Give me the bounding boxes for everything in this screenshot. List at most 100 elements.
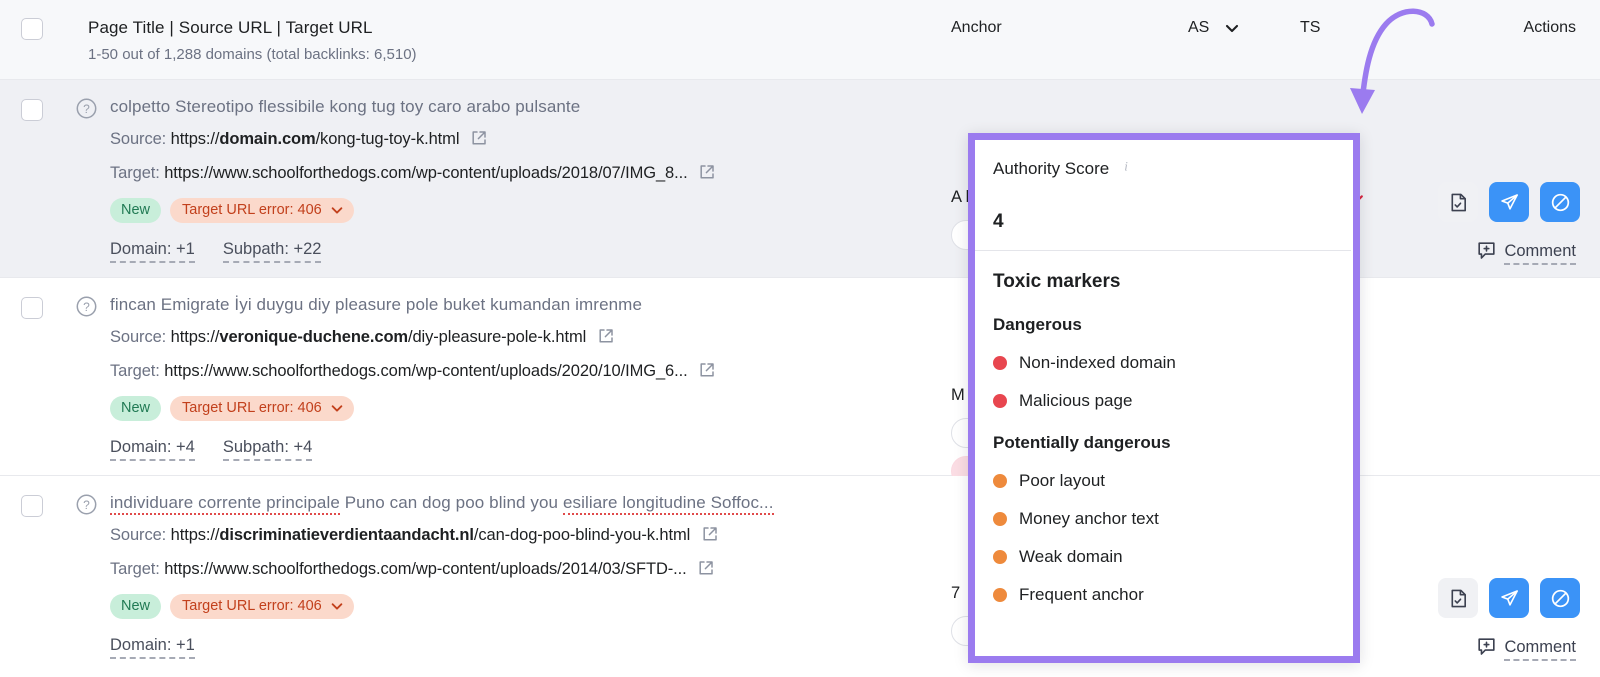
svg-text:i: i — [1124, 159, 1128, 174]
popup-marker-item: Poor layout — [993, 471, 1333, 491]
table-row[interactable]: ? individuare corrente principale Puno c… — [0, 476, 1600, 676]
popup-authority-score-label: Authority Score — [993, 159, 1109, 179]
domain-link-count[interactable]: Domain: +1 — [110, 636, 195, 659]
source-scheme: https:// — [171, 328, 220, 346]
popup-potentially-dangerous-title: Potentially dangerous — [993, 433, 1333, 453]
target-url-line[interactable]: Target: https://www.schoolforthedogs.com… — [110, 164, 715, 183]
source-path: /kong-tug-toy-k.html — [316, 130, 460, 148]
backlink-audit-table: Page Title | Source URL | Target URL 1-5… — [0, 0, 1600, 677]
anchor-text: 7 — [951, 584, 960, 603]
column-header-page-title: Page Title | Source URL | Target URL — [88, 18, 373, 38]
popup-marker-label: Poor layout — [1019, 471, 1105, 491]
question-mark-icon[interactable]: ? — [76, 98, 97, 119]
table-row[interactable]: ? colpetto Stereotipo flessibile kong tu… — [0, 80, 1600, 278]
popup-divider — [975, 250, 1351, 251]
popup-marker-label: Frequent anchor — [1019, 585, 1144, 605]
page-title-part-b: Puno can dog poo blind you — [340, 493, 563, 512]
row-link-counts: Domain: +1 Subpath: +22 — [110, 240, 321, 263]
external-link-icon[interactable] — [598, 328, 614, 344]
popup-toxic-markers-title: Toxic markers — [993, 271, 1333, 293]
source-url-line[interactable]: Source: https://discriminatieverdientaan… — [110, 526, 718, 545]
status-dot-red-icon — [993, 394, 1007, 408]
domain-link-count[interactable]: Domain: +4 — [110, 438, 195, 461]
row-actions — [1438, 578, 1580, 618]
source-domain: discriminatieverdientaandacht.nl — [219, 526, 473, 544]
page-title-text: individuare corrente principale Puno can… — [110, 493, 774, 513]
chevron-down-icon[interactable] — [1224, 20, 1240, 36]
target-label: Target: — [110, 560, 160, 578]
external-link-icon[interactable] — [699, 164, 715, 180]
question-mark-icon[interactable]: ? — [76, 296, 97, 317]
row-link-counts: Domain: +1 — [110, 636, 195, 659]
domain-link-count[interactable]: Domain: +1 — [110, 240, 195, 263]
source-label: Source: — [110, 130, 166, 148]
column-header-actions: Actions — [1524, 19, 1576, 37]
page-title-part-c: esiliare longitudine Soffoc... — [563, 493, 774, 515]
add-comment-link[interactable]: Comment — [1477, 241, 1576, 265]
popup-marker-label: Money anchor text — [1019, 509, 1159, 529]
source-label: Source: — [110, 328, 166, 346]
status-dot-orange-icon — [993, 474, 1007, 488]
results-count-label: 1-50 out of 1,288 domains (total backlin… — [88, 46, 417, 63]
row-checkbox[interactable] — [21, 495, 43, 517]
popup-marker-label: Malicious page — [1019, 391, 1132, 411]
target-url-error-badge[interactable]: Target URL error: 406 — [170, 198, 354, 223]
question-mark-icon[interactable]: ? — [76, 494, 97, 515]
add-comment-link[interactable]: Comment — [1477, 637, 1576, 661]
source-url-line[interactable]: Source: https://domain.com/kong-tug-toy-… — [110, 130, 487, 149]
popup-marker-item: Malicious page — [993, 391, 1333, 411]
external-link-icon[interactable] — [702, 526, 718, 542]
disavow-button[interactable] — [1540, 578, 1580, 618]
send-button[interactable] — [1489, 182, 1529, 222]
page-title-part-a: individuare corrente principale — [110, 493, 340, 515]
source-scheme: https:// — [171, 526, 220, 544]
column-header-ts[interactable]: TS — [1300, 19, 1320, 37]
status-dot-orange-icon — [993, 512, 1007, 526]
target-url: https://www.schoolforthedogs.com/wp-cont… — [164, 362, 687, 380]
row-checkbox[interactable] — [21, 99, 43, 121]
row-actions — [1438, 182, 1580, 222]
disavow-button[interactable] — [1540, 182, 1580, 222]
target-url: https://www.schoolforthedogs.com/wp-cont… — [164, 560, 686, 578]
source-domain: domain.com — [219, 130, 315, 148]
subpath-link-count[interactable]: Subpath: +4 — [223, 438, 312, 461]
source-label: Source: — [110, 526, 166, 544]
popup-authority-score-row: Authority Score i — [993, 158, 1333, 179]
source-url-line[interactable]: Source: https://veronique-duchene.com/di… — [110, 328, 614, 347]
external-link-icon[interactable] — [471, 130, 487, 146]
source-path: /diy-pleasure-pole-k.html — [408, 328, 586, 346]
popup-marker-item: Non-indexed domain — [993, 353, 1333, 373]
target-url: https://www.schoolforthedogs.com/wp-cont… — [164, 164, 687, 182]
external-link-icon[interactable] — [699, 362, 715, 378]
status-dot-orange-icon — [993, 588, 1007, 602]
source-domain: veronique-duchene.com — [219, 328, 408, 346]
select-all-checkbox[interactable] — [21, 18, 43, 40]
target-url-line[interactable]: Target: https://www.schoolforthedogs.com… — [110, 560, 714, 579]
info-icon[interactable]: i — [1118, 158, 1134, 179]
row-badges: New Target URL error: 406 — [110, 396, 354, 421]
target-url-line[interactable]: Target: https://www.schoolforthedogs.com… — [110, 362, 715, 381]
popup-marker-label: Weak domain — [1019, 547, 1123, 567]
target-url-error-badge[interactable]: Target URL error: 406 — [170, 594, 354, 619]
status-dot-orange-icon — [993, 550, 1007, 564]
svg-text:?: ? — [83, 102, 90, 116]
column-header-as[interactable]: AS — [1188, 19, 1209, 37]
table-row[interactable]: ? fincan Emigrate İyi duygu diy pleasure… — [0, 278, 1600, 476]
external-link-icon[interactable] — [698, 560, 714, 576]
export-document-button[interactable] — [1438, 182, 1478, 222]
send-button[interactable] — [1489, 578, 1529, 618]
row-badges: New Target URL error: 406 — [110, 594, 354, 619]
popup-marker-label: Non-indexed domain — [1019, 353, 1176, 373]
new-badge: New — [110, 594, 161, 619]
export-document-button[interactable] — [1438, 578, 1478, 618]
comment-icon — [1477, 241, 1496, 265]
row-checkbox[interactable] — [21, 297, 43, 319]
status-dot-red-icon — [993, 356, 1007, 370]
table-header: Page Title | Source URL | Target URL 1-5… — [0, 0, 1600, 80]
row-badges: New Target URL error: 406 — [110, 198, 354, 223]
subpath-link-count[interactable]: Subpath: +22 — [223, 240, 322, 263]
authority-score-popup[interactable]: Authority Score i 4 Toxic markers Danger… — [968, 133, 1360, 663]
target-url-error-label: Target URL error: 406 — [182, 202, 322, 218]
target-url-error-badge[interactable]: Target URL error: 406 — [170, 396, 354, 421]
anchor-text: M — [951, 386, 965, 405]
